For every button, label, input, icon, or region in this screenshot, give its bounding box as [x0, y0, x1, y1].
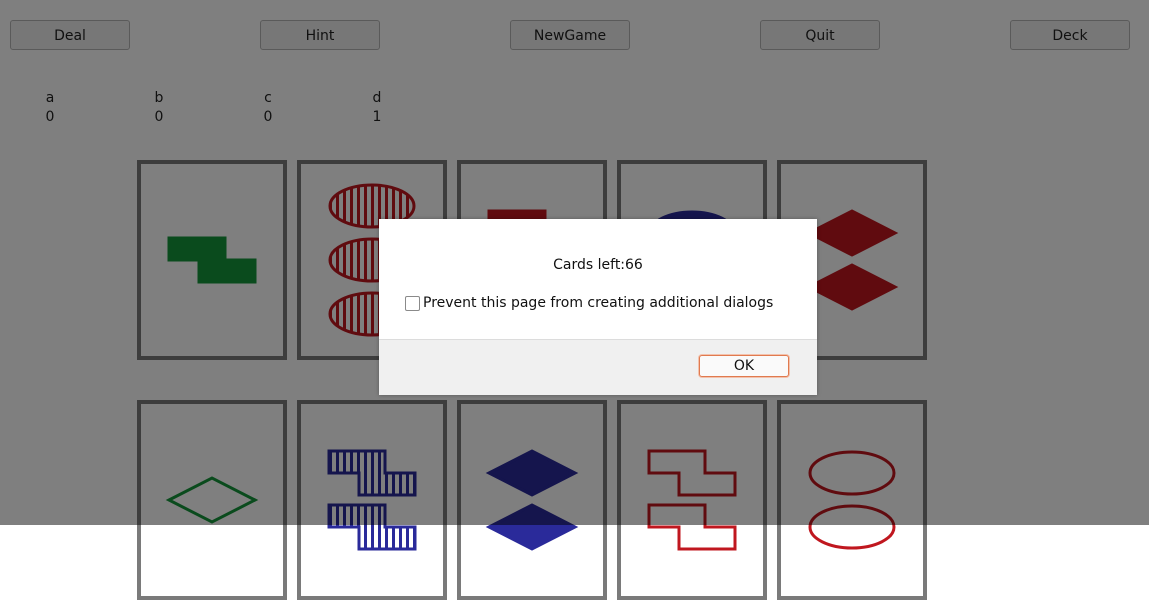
alert-dialog: Cards left:66 Prevent this page from cre… [379, 219, 817, 395]
prevent-dialogs-label[interactable]: Prevent this page from creating addition… [423, 295, 773, 311]
prevent-dialogs-option[interactable]: Prevent this page from creating addition… [405, 295, 773, 311]
dialog-footer: OK [379, 339, 817, 395]
prevent-dialogs-checkbox[interactable] [405, 295, 420, 311]
dialog-message: Cards left:66 [553, 257, 643, 273]
ok-button[interactable]: OK [699, 355, 789, 377]
